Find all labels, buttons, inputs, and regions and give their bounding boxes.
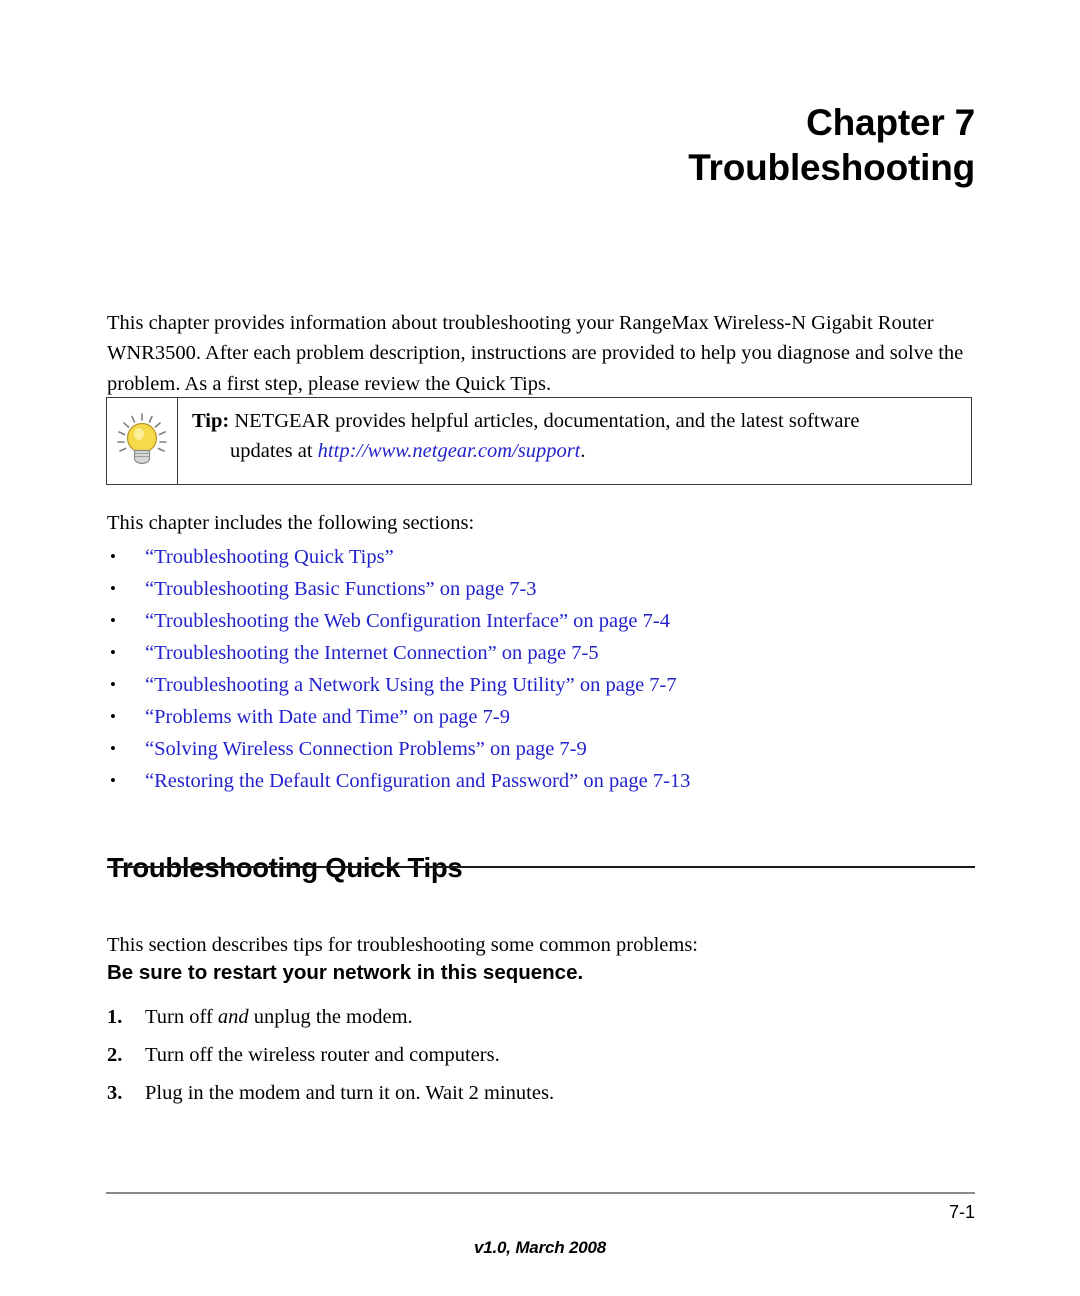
list-item[interactable]: • “Troubleshooting Quick Tips”: [107, 541, 979, 573]
tip-text: Tip: NETGEAR provides helpful articles, …: [178, 398, 971, 484]
xref-link[interactable]: “Solving Wireless Connection Problems” o…: [145, 738, 587, 760]
bullet-glyph: •: [110, 771, 116, 790]
chapter-title: Chapter 7 Troubleshooting: [106, 100, 975, 190]
cross-reference-list: • “Troubleshooting Quick Tips” • “Troubles…: [107, 541, 979, 797]
xref-link[interactable]: “Problems with Date and Time” on page 7-…: [145, 706, 510, 728]
step-item: 1. Turn off and unplug the modem.: [107, 1000, 979, 1038]
tip-body-text: NETGEAR provides helpful articles, docum…: [229, 410, 860, 432]
footer-rule: [106, 1192, 975, 1194]
xref-link[interactable]: “Restoring the Default Configuration and…: [145, 770, 690, 792]
step-text-emphasis: and: [217, 1006, 249, 1028]
list-item[interactable]: • “Problems with Date and Time” on page 7…: [107, 701, 979, 733]
netgear-support-link[interactable]: http://www.netgear.com/support: [318, 440, 581, 462]
sections-intro-line: This chapter includes the following sect…: [107, 512, 475, 534]
tip-line-2: updates at http://www.netgear.com/suppor…: [192, 436, 961, 466]
list-item[interactable]: • “Solving Wireless Connection Problems” …: [107, 733, 979, 765]
tip-updates-prefix: updates at: [230, 440, 318, 462]
step-text-pre: Turn off the wireless router and compute…: [145, 1044, 500, 1066]
list-item[interactable]: • “Restoring the Default Configuration an…: [107, 765, 979, 797]
document-version: v1.0, March 2008: [474, 1238, 606, 1257]
step-text-pre: Turn off: [145, 1006, 218, 1028]
list-item[interactable]: • “Troubleshooting the Internet Connectio…: [107, 637, 979, 669]
tip-callout-box: Tip: NETGEAR provides helpful articles, …: [106, 397, 972, 485]
xref-link[interactable]: “Troubleshooting a Network Using the Pin…: [145, 674, 677, 696]
bullet-glyph: •: [110, 707, 116, 726]
step-item: 3. Plug in the modem and turn it on. Wait…: [107, 1076, 979, 1114]
list-item[interactable]: • “Troubleshooting a Network Using the Pi…: [107, 669, 979, 701]
step-number: 3.: [107, 1082, 123, 1104]
bullet-glyph: •: [110, 739, 116, 758]
xref-link[interactable]: “Troubleshooting the Internet Connection…: [145, 642, 599, 664]
chapter-name: Troubleshooting: [688, 147, 975, 188]
step-text-post: unplug the modem.: [248, 1006, 413, 1028]
page-number: 7-1: [948, 1202, 975, 1222]
bullet-glyph: •: [110, 675, 116, 694]
tip-period: .: [580, 440, 586, 462]
tip-line-1: Tip: NETGEAR provides helpful articles, …: [192, 406, 961, 436]
list-item[interactable]: • “Troubleshooting the Web Configuration …: [107, 605, 979, 637]
tip-label: Tip:: [192, 410, 230, 432]
bullet-glyph: •: [110, 579, 116, 598]
step-number: 2.: [107, 1044, 123, 1066]
bullet-glyph: •: [110, 547, 116, 566]
xref-link[interactable]: “Troubleshooting Basic Functions” on pag…: [145, 578, 537, 600]
step-number: 1.: [107, 1006, 123, 1028]
sub-heading: Be sure to restart your network in this …: [107, 961, 584, 984]
document-page: Chapter 7 Troubleshooting This chapter p…: [0, 0, 1080, 1296]
xref-link[interactable]: “Troubleshooting Quick Tips”: [145, 546, 394, 568]
lightbulb-icon: [117, 413, 167, 465]
section-intro-paragraph: This section describes tips for troubles…: [107, 933, 698, 956]
chapter-number: Chapter 7: [806, 102, 975, 143]
bullet-glyph: •: [110, 611, 116, 630]
numbered-steps-list: 1. Turn off and unplug the modem. 2. Turn …: [107, 1000, 979, 1114]
step-item: 2. Turn off the wireless router and compu…: [107, 1038, 979, 1076]
section-heading-rule: [107, 866, 975, 868]
tip-icon-cell: [107, 398, 178, 484]
intro-paragraph: This chapter provides information about …: [107, 311, 964, 395]
xref-link[interactable]: “Troubleshooting the Web Configuration I…: [145, 610, 670, 632]
bullet-glyph: •: [110, 643, 116, 662]
step-text-pre: Plug in the modem and turn it on. Wait 2…: [145, 1082, 555, 1104]
list-item[interactable]: • “Troubleshooting Basic Functions” on pa…: [107, 573, 979, 605]
